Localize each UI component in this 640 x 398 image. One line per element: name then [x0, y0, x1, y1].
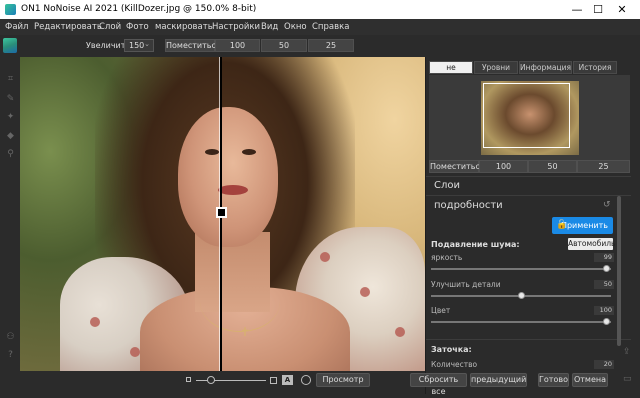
face-region — [178, 107, 278, 247]
flower-print — [90, 317, 100, 327]
noise-reduction-label: Подавление шума: — [431, 240, 520, 249]
zoom-select[interactable]: 150 ⌄ — [124, 39, 154, 52]
amount-value[interactable]: 20 — [594, 360, 614, 369]
brightness-knob[interactable] — [603, 265, 610, 272]
help-icon[interactable]: ? — [5, 350, 16, 361]
brightness-value[interactable]: 99 — [594, 253, 614, 262]
app-icon — [5, 4, 16, 15]
menu-layer[interactable]: Слой — [99, 22, 121, 32]
menu-view[interactable]: Вид — [261, 22, 278, 32]
enhance-detail-label: Улучшить детали — [431, 280, 501, 289]
nav-25-button[interactable]: 25 — [577, 160, 630, 173]
zoom-100-button[interactable]: 100 — [215, 39, 260, 52]
chevron-down-icon: ⌄ — [144, 40, 150, 48]
zoom-icon[interactable]: ⚲ — [5, 149, 16, 160]
sharpen-label: Заточка: — [431, 345, 472, 354]
zoom-value: 150 — [129, 41, 145, 50]
nav-100-button[interactable]: 100 — [479, 160, 528, 173]
navigator-viewport[interactable] — [483, 83, 570, 148]
compare-a-icon[interactable]: A — [282, 375, 293, 385]
user-icon[interactable]: ⚇ — [5, 332, 16, 343]
cross-pendant: ✝ — [240, 325, 251, 339]
color-value[interactable]: 100 — [594, 306, 614, 315]
enhance-detail-value[interactable]: 50 — [594, 280, 614, 289]
details-heading[interactable]: подробности — [434, 200, 503, 211]
menu-settings[interactable]: Настройки — [212, 22, 260, 32]
split-handle[interactable] — [216, 207, 227, 218]
menu-help[interactable]: Справка — [312, 22, 349, 32]
enhance-detail-knob[interactable] — [518, 292, 525, 299]
retouch-icon[interactable]: ✦ — [5, 112, 16, 123]
title-bar: ON1 NoNoise AI 2021 (KillDozer.jpg @ 150… — [0, 0, 640, 19]
zoom-fit-button[interactable]: Поместиться — [165, 39, 221, 52]
flower-print — [320, 252, 330, 262]
image-canvas[interactable]: ✝ — [20, 57, 425, 371]
flower-print — [395, 327, 405, 337]
tab-history[interactable]: История — [573, 61, 617, 74]
eraser-icon[interactable]: ◆ — [5, 131, 16, 142]
color-slider[interactable] — [431, 321, 611, 323]
maximize-button[interactable]: ☐ — [588, 2, 608, 17]
reset-all-button[interactable]: Сбросить все — [410, 373, 467, 396]
amount-label: Количество — [431, 360, 478, 369]
crop-icon[interactable]: ⌗ — [5, 74, 16, 85]
menu-mask[interactable]: маскировать — [155, 22, 213, 32]
eye-right — [242, 149, 256, 155]
panel-toggle-icon[interactable]: ▭ — [623, 374, 633, 384]
lock-icon: 🔓 — [556, 220, 568, 230]
eye-left — [205, 149, 219, 155]
toolbar: Увеличить 150 ⌄ Поместиться 100 50 25 — [0, 35, 640, 57]
preview-button[interactable]: Просмотр — [316, 373, 370, 387]
zoom-50-button[interactable]: 50 — [261, 39, 307, 52]
menu-bar: Файл Редактировать Слой Фото маскировать… — [0, 19, 640, 35]
brush-icon[interactable]: ✎ — [5, 94, 16, 105]
brightness-label: яркость — [431, 253, 463, 262]
lips — [218, 185, 248, 195]
auto-button[interactable]: Автомобиль — [568, 238, 615, 250]
apply-button[interactable]: 🔓 Применить — [552, 217, 613, 234]
large-view-icon[interactable] — [270, 377, 277, 384]
tab-navigator[interactable]: не — [429, 61, 473, 74]
divider — [426, 339, 631, 340]
tool-bar: ⌗ ✎ ✦ ◆ ⚲ ⚇ ? — [0, 57, 20, 371]
previous-button[interactable]: предыдущий — [470, 373, 527, 387]
nav-fit-button[interactable]: Поместиться — [429, 160, 485, 173]
close-button[interactable]: ✕ — [612, 2, 632, 17]
navigator-zoom-row: Поместиться 100 50 25 — [429, 160, 630, 173]
export-icon[interactable]: ⇪ — [623, 347, 633, 357]
brightness-slider[interactable] — [431, 268, 611, 270]
right-panel: не Уровни Информация История Поместиться… — [425, 57, 640, 394]
on1-logo-icon — [3, 38, 17, 53]
nav-50-button[interactable]: 50 — [528, 160, 577, 173]
divider — [426, 195, 631, 196]
panel-scrollbar[interactable] — [617, 196, 621, 346]
menu-file[interactable]: Файл — [5, 22, 28, 32]
bottom-bar: A Просмотр — [20, 371, 425, 394]
window-title: ON1 NoNoise AI 2021 (KillDozer.jpg @ 150… — [21, 4, 257, 14]
done-button[interactable]: Готово — [538, 373, 569, 387]
flower-print — [130, 347, 140, 357]
flower-print — [360, 287, 370, 297]
zoom-25-button[interactable]: 25 — [308, 39, 354, 52]
navigator-preview[interactable] — [429, 75, 630, 161]
panel-tabs: не Уровни Информация История — [429, 61, 630, 74]
menu-photo[interactable]: Фото — [126, 22, 149, 32]
menu-window[interactable]: Окно — [284, 22, 307, 32]
tab-levels[interactable]: Уровни — [474, 61, 518, 74]
mask-view-icon[interactable] — [301, 375, 311, 385]
color-label: Цвет — [431, 306, 451, 315]
layers-heading[interactable]: Слои — [434, 180, 460, 191]
necklace — [200, 272, 280, 332]
menu-edit[interactable]: Редактировать — [34, 22, 102, 32]
color-knob[interactable] — [603, 318, 610, 325]
divider — [426, 176, 631, 177]
preview-size-knob[interactable] — [207, 376, 215, 384]
reset-icon[interactable]: ↺ — [603, 200, 611, 210]
minimize-button[interactable]: — — [567, 2, 587, 17]
apply-label: Применить — [560, 221, 608, 230]
small-view-icon[interactable] — [186, 377, 191, 382]
tab-info[interactable]: Информация — [519, 61, 572, 74]
cancel-button[interactable]: Отмена — [572, 373, 608, 387]
